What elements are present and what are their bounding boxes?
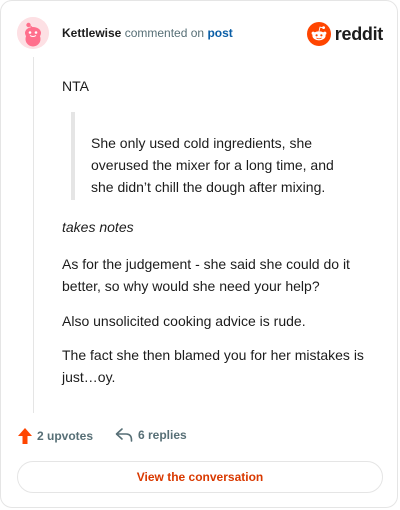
comment-actions: 2 upvotes 6 replies xyxy=(17,427,383,447)
reddit-wordmark: reddit xyxy=(334,23,384,44)
comment-header: Kettlewise commented on post reddit xyxy=(1,1,397,65)
replies-count: 6 replies xyxy=(138,428,187,442)
comment-verdict: NTA xyxy=(62,78,89,94)
comment-meta: Kettlewise commented on post xyxy=(62,26,233,40)
thread-line xyxy=(33,57,34,413)
reply-arrow-icon xyxy=(115,428,133,442)
view-conversation-label: View the conversation xyxy=(136,470,264,484)
comment-card: Kettlewise commented on post reddit NTA … xyxy=(0,0,398,508)
quote-text: She only used cold ingredients, she over… xyxy=(91,135,334,195)
snoo-avatar-icon xyxy=(17,17,49,49)
post-link[interactable]: post xyxy=(207,26,232,40)
reddit-logo-icon xyxy=(306,22,331,46)
view-conversation-button[interactable]: View the conversation xyxy=(17,461,383,493)
replies-button[interactable]: 6 replies xyxy=(115,427,187,443)
comment-advice: Also unsolicited cooking advice is rude. xyxy=(62,313,306,329)
blockquote: She only used cold ingredients, she over… xyxy=(71,112,351,200)
user-avatar[interactable] xyxy=(17,17,49,49)
comment-mistakes: The fact she then blamed you for her mis… xyxy=(62,347,364,385)
upvote-arrow-icon xyxy=(18,428,32,444)
upvote-count: 2 upvotes xyxy=(37,429,94,443)
comment-judgement: As for the judgement - she said she coul… xyxy=(62,256,350,294)
upvote-button[interactable]: 2 upvotes xyxy=(17,427,93,445)
reddit-brand[interactable]: reddit xyxy=(306,22,384,46)
commented-on-text: commented on xyxy=(124,26,205,40)
comment-notes: takes notes xyxy=(62,219,134,235)
username-link[interactable]: Kettlewise xyxy=(62,26,121,40)
